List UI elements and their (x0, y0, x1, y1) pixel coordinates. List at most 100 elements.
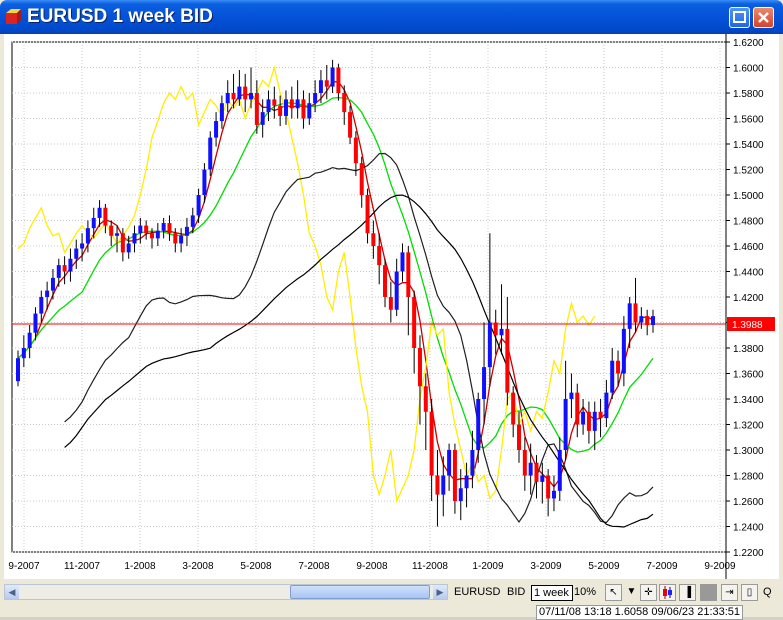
y-tick-label: 1.2600 (733, 497, 764, 508)
crosshair-icon[interactable]: ✛ (640, 584, 657, 601)
candlestick-icon[interactable] (659, 584, 676, 601)
candle-body (21, 348, 26, 359)
zoom-icon[interactable]: ▯ (741, 584, 758, 601)
time-axis: 9-2007 11-2007 1-2008 3-2008 5-2008 7-2008 9-2… (8, 561, 736, 572)
maximize-button[interactable] (729, 7, 750, 28)
x-tick-label: 5-2009 (588, 561, 620, 572)
price-chart[interactable]: 1.6200 1.6000 1.5800 1.5600 1.5400 1.5200 1.50… (4, 34, 779, 579)
candle-body (610, 360, 615, 393)
status-readout: 07/11/08 13:18 1.6058 09/06/23 21:33:51 (536, 605, 744, 620)
candle-body (534, 462, 539, 482)
scroll-left-icon[interactable]: ◀ (5, 585, 19, 599)
candle-body (581, 411, 586, 425)
x-tick-label: 5-2008 (240, 561, 272, 572)
candle-body (266, 99, 271, 113)
candle-body (62, 265, 67, 272)
candle-body (540, 475, 545, 482)
candle-body (546, 475, 551, 499)
candle-body (190, 215, 195, 227)
x-tick-label: 7-2008 (298, 561, 330, 572)
horizontal-scrollbar[interactable]: ◀ ▶ (4, 584, 448, 600)
candle-body (482, 367, 487, 399)
candle-body (493, 322, 498, 336)
candle-body (476, 399, 481, 450)
period-selector[interactable]: 1 week (531, 585, 573, 601)
candle-body (598, 411, 603, 419)
candle-body (144, 225, 149, 234)
candle-body (627, 303, 632, 329)
candle-body (447, 450, 452, 476)
current-price-label: 1.3988 (732, 320, 763, 331)
scroll-thumb[interactable] (290, 585, 430, 599)
chart-window: EURUSD 1 week BID 1.6200 1.6000 1.5800 1.56… (0, 0, 783, 620)
candle-body (441, 475, 446, 495)
candle-body (313, 93, 318, 104)
candle-body (196, 195, 201, 216)
y-tick-label: 1.5000 (733, 191, 764, 202)
chart-area[interactable]: 1.6200 1.6000 1.5800 1.5600 1.5400 1.5200 1.50… (4, 34, 779, 579)
x-tick-label: 11-2008 (412, 561, 448, 572)
candle-body (80, 243, 85, 249)
candle-body (45, 290, 50, 297)
candle-body (138, 225, 143, 234)
candle-body (260, 112, 265, 125)
y-tick-label: 1.3200 (733, 421, 764, 432)
candle-body (237, 86, 242, 100)
candle-body (295, 99, 300, 109)
scroll-right-icon[interactable]: ⇥ (721, 584, 738, 601)
cursor-icon[interactable]: ↖ (605, 584, 622, 601)
candle-body (383, 265, 388, 297)
candle-body (616, 360, 621, 374)
candle-body (604, 392, 609, 419)
candle-body (33, 313, 38, 333)
candle-body (219, 103, 224, 122)
y-tick-label: 1.2200 (733, 548, 764, 559)
close-icon (758, 12, 769, 23)
dropdown-arrow-icon[interactable]: ▼ (623, 584, 640, 601)
span-b-line (64, 194, 654, 528)
candle-body (470, 450, 475, 476)
tenkan-line (17, 81, 654, 488)
y-tick-label: 1.5200 (733, 166, 764, 177)
candle-body (394, 271, 399, 310)
y-tick-label: 1.5800 (733, 89, 764, 100)
candle-body (348, 112, 353, 138)
candle-body (505, 328, 510, 393)
symbol-label: EURUSD (454, 586, 501, 598)
candle-body (289, 99, 294, 109)
candle-body (522, 450, 527, 476)
candle-body (301, 99, 306, 119)
close-button[interactable] (753, 7, 774, 28)
chikou-line (17, 64, 596, 504)
x-tick-label: 9-2007 (8, 561, 40, 572)
candle-body (400, 252, 405, 272)
candle-body (149, 233, 154, 239)
candle-body (85, 228, 90, 244)
x-tick-label: 7-2009 (646, 561, 678, 572)
candle-body (429, 411, 434, 476)
candle-body (563, 399, 568, 450)
bar-chart-icon[interactable]: ▐ (679, 584, 696, 601)
candle-body (330, 67, 335, 87)
candle-body (324, 80, 329, 87)
candle-body (91, 217, 96, 229)
candle-body (551, 490, 556, 499)
y-tick-label: 1.4400 (733, 268, 764, 279)
x-tick-label: 9-2008 (356, 561, 388, 572)
candle-body (639, 316, 644, 323)
candle-body (68, 258, 73, 272)
scroll-right-arrow-icon[interactable]: ▶ (433, 585, 447, 599)
chart-grid (11, 41, 727, 553)
candle-body (371, 233, 376, 246)
candle-body (633, 303, 638, 323)
y-tick-label: 1.3800 (733, 344, 764, 355)
candle-body (184, 226, 189, 236)
price-axis: 1.6200 1.6000 1.5800 1.5600 1.5400 1.5200 1.50… (725, 34, 775, 579)
title-bar[interactable]: EURUSD 1 week BID (0, 0, 783, 34)
candle-body (27, 332, 32, 348)
zoom-label: 10% (574, 586, 597, 598)
candle-body (39, 297, 44, 314)
candle-body (109, 225, 114, 236)
grid-toggle-icon[interactable] (700, 584, 717, 601)
zoom-letter: Q (763, 586, 772, 598)
